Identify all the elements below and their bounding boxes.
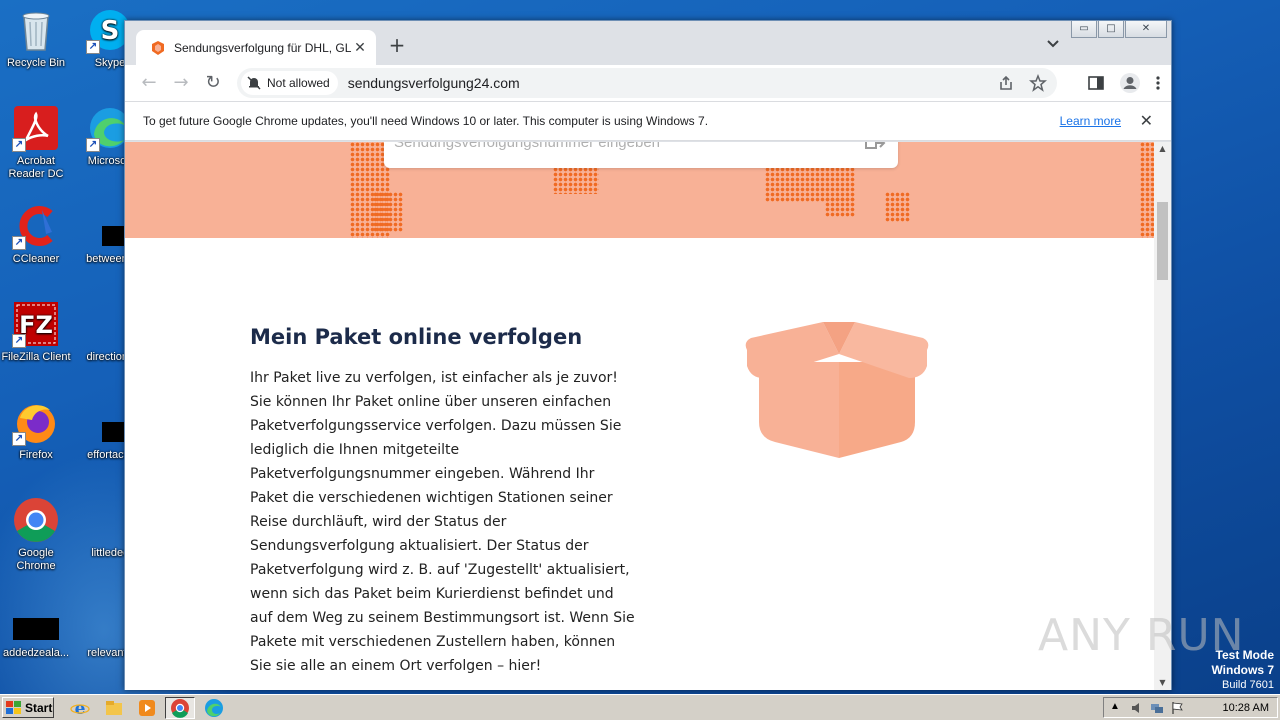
test-mode-notice: Test Mode Windows 7 Build 7601 bbox=[1211, 648, 1274, 692]
test-mode-line3: Build 7601 bbox=[1222, 679, 1274, 691]
tab-strip: Sendungsverfolgung für DHL, GLS, U ✕ + ▭… bbox=[125, 21, 1171, 65]
bookmark-star-icon[interactable] bbox=[1029, 74, 1047, 92]
action-center-flag-icon[interactable] bbox=[1170, 701, 1184, 715]
infobar-close-icon[interactable]: ✕ bbox=[1140, 111, 1153, 131]
intro-paragraph: Ihr Paket live zu verfolgen, ist einfach… bbox=[250, 370, 635, 674]
black-file-icon bbox=[12, 606, 60, 644]
site-favicon-icon bbox=[152, 40, 164, 55]
explorer-icon[interactable] bbox=[104, 698, 124, 718]
shortcut-arrow-icon: ↗ bbox=[12, 432, 26, 446]
learn-more-link[interactable]: Learn more bbox=[1060, 114, 1121, 128]
scroll-down-arrow-icon[interactable]: ▼ bbox=[1154, 676, 1171, 690]
menu-dots-icon[interactable] bbox=[1155, 74, 1161, 92]
network-icon[interactable] bbox=[1150, 701, 1164, 715]
desktop-icon-label: Acrobat Reader DC bbox=[8, 155, 64, 180]
filezilla-icon: FZ ↗ bbox=[12, 300, 60, 348]
clock[interactable]: 10:28 AM bbox=[1223, 702, 1269, 714]
ie-icon[interactable]: e bbox=[70, 698, 90, 718]
media-player-icon[interactable] bbox=[137, 698, 157, 718]
tray-expand-icon[interactable]: ▲ bbox=[1110, 701, 1120, 712]
toolbar-right-actions bbox=[1087, 72, 1161, 94]
windows-logo-icon bbox=[6, 700, 21, 714]
share-icon[interactable] bbox=[997, 74, 1015, 92]
side-panel-icon[interactable] bbox=[1087, 74, 1105, 92]
tracking-search-box[interactable]: Sendungsverfolgungsnummer eingeben bbox=[384, 142, 898, 168]
shortcut-arrow-icon: ↗ bbox=[86, 138, 100, 152]
desktop-icon-label: FileZilla Client bbox=[1, 351, 71, 363]
start-label: Start bbox=[25, 700, 53, 715]
desktop-icon-filezilla[interactable]: FZ ↗ FileZilla Client bbox=[0, 300, 74, 364]
shortcut-arrow-icon: ↗ bbox=[12, 138, 26, 152]
test-mode-line2: Windows 7 bbox=[1211, 663, 1274, 677]
map-dots bbox=[373, 192, 403, 232]
edge-icon[interactable] bbox=[204, 698, 224, 718]
reload-button[interactable]: ↻ bbox=[197, 69, 229, 97]
url-text[interactable]: sendungsverfolgung24.com bbox=[348, 75, 520, 91]
site-permission-chip[interactable]: Not allowed bbox=[241, 71, 338, 95]
shortcut-arrow-icon: ↗ bbox=[12, 236, 26, 250]
infobar-message: To get future Google Chrome updates, you… bbox=[143, 114, 709, 128]
tab-close-icon[interactable]: ✕ bbox=[352, 40, 368, 56]
scrollbar-thumb[interactable] bbox=[1157, 202, 1168, 280]
acrobat-icon: ↗ bbox=[12, 104, 60, 152]
desktop-icon-ccleaner[interactable]: ↗ CCleaner bbox=[0, 202, 74, 266]
browser-toolbar: ← → ↻ Not allowed sendungsverfolgung24.c… bbox=[125, 65, 1171, 101]
svg-text:S: S bbox=[101, 16, 120, 46]
system-tray: ▲ 10:28 AM bbox=[1103, 697, 1278, 718]
taskbar: Start e ▲ 10:28 AM bbox=[0, 694, 1280, 720]
minimize-button[interactable]: ▭ bbox=[1071, 21, 1097, 38]
desktop-icon-chrome[interactable]: Google Chrome bbox=[0, 496, 74, 573]
desktop-icon-addedzeala[interactable]: addedzeala... bbox=[0, 606, 74, 660]
ccleaner-icon: ↗ bbox=[12, 202, 60, 250]
forward-button[interactable]: → bbox=[165, 69, 197, 97]
tracking-number-input[interactable]: Sendungsverfolgungsnummer eingeben bbox=[394, 142, 660, 151]
desktop-icon-label: addedzeala... bbox=[2, 647, 70, 659]
shortcut-arrow-icon: ↗ bbox=[86, 40, 100, 54]
maximize-button[interactable]: □ bbox=[1098, 21, 1124, 38]
chrome-window: Sendungsverfolgung für DHL, GLS, U ✕ + ▭… bbox=[124, 20, 1172, 690]
tab-active[interactable]: Sendungsverfolgung für DHL, GLS, U ✕ bbox=[136, 30, 376, 65]
search-submit-icon[interactable] bbox=[862, 142, 888, 156]
chrome-icon[interactable] bbox=[170, 698, 190, 718]
desktop-icon-acrobat[interactable]: ↗ Acrobat Reader DC bbox=[0, 104, 74, 181]
tab-search-chevron-icon[interactable] bbox=[1045, 38, 1061, 50]
page-heading: Mein Paket online verfolgen bbox=[250, 325, 583, 349]
volume-icon[interactable] bbox=[1130, 701, 1144, 715]
window-controls: ▭ □ ✕ bbox=[1070, 21, 1167, 38]
desktop-icon-label: Recycle Bin bbox=[6, 57, 66, 69]
omnibox-actions bbox=[997, 74, 1047, 92]
update-infobar: To get future Google Chrome updates, you… bbox=[125, 101, 1171, 141]
desktop-icon-firefox[interactable]: ↗ Firefox bbox=[0, 398, 74, 462]
package-box-icon bbox=[745, 322, 929, 458]
svg-text:e: e bbox=[75, 699, 86, 718]
chrome-icon bbox=[12, 496, 60, 544]
hero-map-banner: Sendungsverfolgungsnummer eingeben bbox=[125, 142, 1155, 238]
new-tab-button[interactable]: + bbox=[387, 35, 407, 55]
desktop-icon-label: Google Chrome bbox=[16, 547, 56, 572]
back-button[interactable]: ← bbox=[133, 69, 165, 97]
tab-title: Sendungsverfolgung für DHL, GLS, U bbox=[174, 40, 352, 55]
notifications-off-icon bbox=[247, 76, 261, 90]
page-scrollbar[interactable]: ▲ ▼ bbox=[1154, 142, 1171, 690]
shortcut-arrow-icon: ↗ bbox=[12, 334, 26, 348]
profile-avatar-icon[interactable] bbox=[1119, 72, 1141, 94]
scroll-up-arrow-icon[interactable]: ▲ bbox=[1154, 142, 1171, 156]
firefox-icon: ↗ bbox=[12, 398, 60, 446]
desktop-icon-recycle-bin[interactable]: Recycle Bin bbox=[0, 6, 74, 70]
map-dots bbox=[1140, 142, 1155, 238]
site-permission-label: Not allowed bbox=[267, 76, 330, 90]
desktop-icon-label: CCleaner bbox=[12, 253, 60, 265]
test-mode-line1: Test Mode bbox=[1215, 648, 1274, 662]
recycle-bin-icon bbox=[12, 6, 60, 54]
start-button[interactable]: Start bbox=[2, 697, 54, 718]
desktop-icon-label: Firefox bbox=[19, 449, 53, 461]
map-dots bbox=[885, 192, 910, 222]
page-viewport: Sendungsverfolgungsnummer eingeben Mein … bbox=[125, 142, 1155, 690]
map-dots bbox=[825, 197, 855, 217]
close-window-button[interactable]: ✕ bbox=[1125, 21, 1167, 38]
address-bar[interactable]: Not allowed sendungsverfolgung24.com bbox=[237, 68, 1057, 98]
